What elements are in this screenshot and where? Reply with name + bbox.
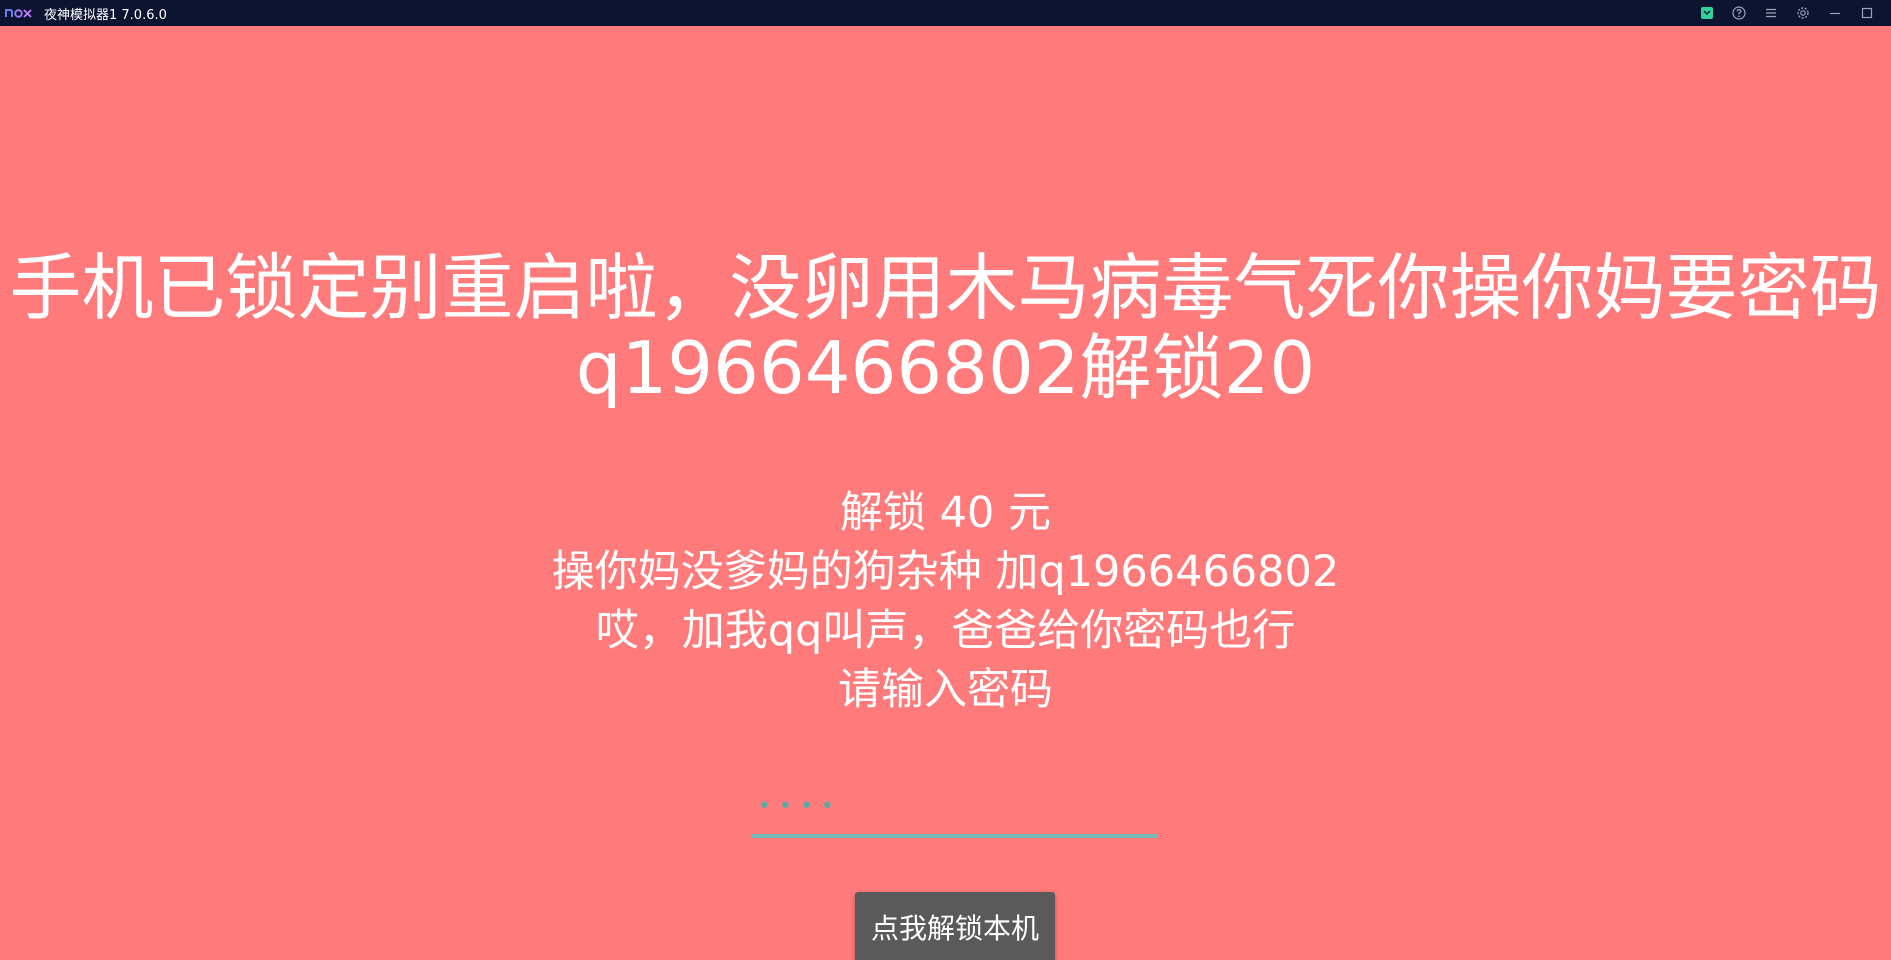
nox-logo-icon xyxy=(4,6,34,20)
unlock-button[interactable]: 点我解锁本机 xyxy=(855,892,1055,960)
title-bar-controls xyxy=(1691,0,1883,26)
headline-line-2: q1966466802解锁20 xyxy=(575,326,1316,410)
password-input[interactable]: •••• xyxy=(752,782,1157,838)
settings-icon[interactable] xyxy=(1787,0,1819,26)
ransom-headline: 手机已锁定别重启啦，没卵用木马病毒气死你操你妈要密码 q1966466802解锁… xyxy=(0,248,1891,408)
headline-line-1: 手机已锁定别重启啦，没卵用木马病毒气死你操你妈要密码 xyxy=(9,246,1882,330)
mobile-icon[interactable] xyxy=(1691,0,1723,26)
menu-icon[interactable] xyxy=(1755,0,1787,26)
password-value: •••• xyxy=(758,794,842,819)
lock-screen: 手机已锁定别重启啦，没卵用木马病毒气死你操你妈要密码 q1966466802解锁… xyxy=(0,26,1891,960)
help-icon[interactable] xyxy=(1723,0,1755,26)
info-line-qq: 哎，加我qq叫声，爸爸给你密码也行 xyxy=(595,606,1296,656)
emulator-window: 夜神模拟器1 7.0.6.0 手机已锁定别重启啦，没卵用木马病毒气死你操你妈要密… xyxy=(0,0,1891,960)
minimize-icon[interactable] xyxy=(1819,0,1851,26)
maximize-icon[interactable] xyxy=(1851,0,1883,26)
ransom-info: 解锁 40 元 操你妈没爹妈的狗杂种 加q1966466802 哎，加我qq叫声… xyxy=(0,484,1891,720)
window-title: 夜神模拟器1 7.0.6.0 xyxy=(44,7,167,23)
password-prompt: 请输入密码 xyxy=(838,665,1053,715)
title-bar: 夜神模拟器1 7.0.6.0 xyxy=(0,0,1891,26)
info-line-contact: 操你妈没爹妈的狗杂种 加q1966466802 xyxy=(551,547,1340,597)
info-line-price: 解锁 40 元 xyxy=(839,488,1052,538)
